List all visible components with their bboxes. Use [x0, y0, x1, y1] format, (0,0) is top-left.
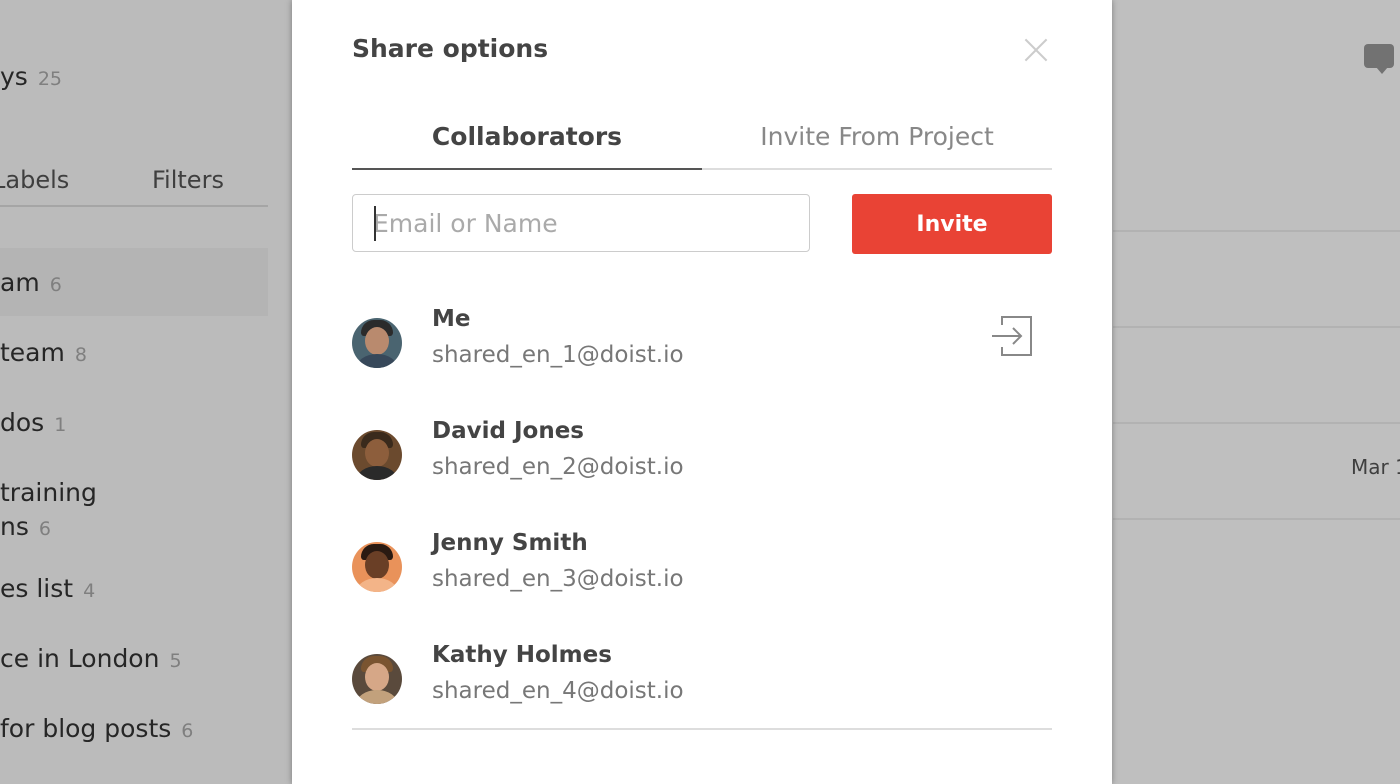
text-caret: [374, 206, 376, 241]
collaborator-name: David Jones: [432, 418, 584, 444]
collaborator-name: Me: [432, 306, 471, 332]
tab-invite-from-project[interactable]: Invite From Project: [702, 122, 1052, 151]
avatar: [352, 654, 402, 704]
active-tab-indicator: [352, 168, 702, 170]
collaborator-name: Jenny Smith: [432, 530, 588, 556]
email-or-name-input[interactable]: [352, 194, 810, 252]
collaborator-row: David Jones shared_en_2@doist.io: [352, 418, 1052, 498]
collaborator-row: Jenny Smith shared_en_3@doist.io: [352, 530, 1052, 610]
dialog-title: Share options: [352, 34, 549, 63]
tab-collaborators[interactable]: Collaborators: [352, 122, 702, 151]
avatar: [352, 318, 402, 368]
collaborator-name: Kathy Holmes: [432, 642, 612, 668]
leave-project-icon[interactable]: [992, 316, 1032, 356]
close-icon[interactable]: [1020, 34, 1052, 66]
collaborator-email: shared_en_1@doist.io: [432, 342, 684, 368]
list-divider: [352, 728, 1052, 730]
dialog-tabs: Collaborators Invite From Project: [352, 112, 1052, 170]
share-options-dialog: Share options Collaborators Invite From …: [292, 0, 1112, 784]
collaborator-email: shared_en_3@doist.io: [432, 566, 684, 592]
collaborator-row: Me shared_en_1@doist.io: [352, 306, 1052, 386]
collaborator-email: shared_en_2@doist.io: [432, 454, 684, 480]
avatar: [352, 430, 402, 480]
collaborator-email: shared_en_4@doist.io: [432, 678, 684, 704]
invite-button[interactable]: Invite: [852, 194, 1052, 254]
avatar: [352, 542, 402, 592]
collaborator-row: Kathy Holmes shared_en_4@doist.io: [352, 642, 1052, 722]
